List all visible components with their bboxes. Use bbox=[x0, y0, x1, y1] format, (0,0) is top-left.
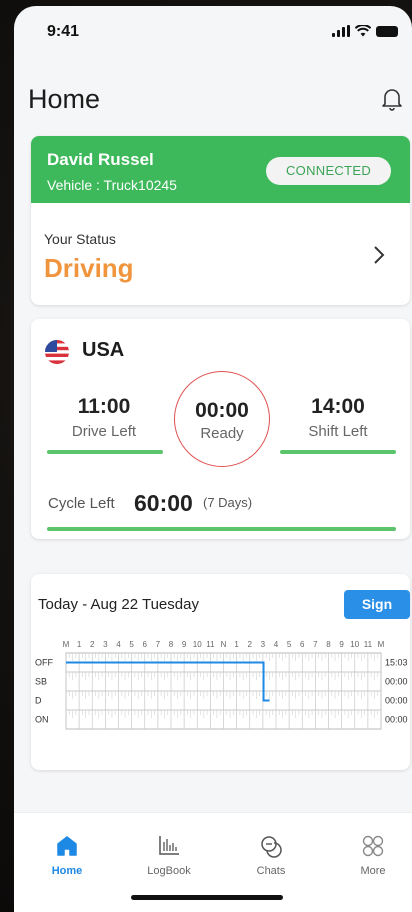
hour-label: 6 bbox=[143, 640, 148, 649]
hour-label: 6 bbox=[300, 640, 305, 649]
hour-label: 2 bbox=[90, 640, 95, 649]
more-icon bbox=[362, 835, 384, 857]
nav-more-label: More bbox=[360, 865, 386, 877]
row-status-label: D bbox=[35, 696, 42, 706]
nav-chats[interactable]: Chats bbox=[236, 833, 306, 877]
hour-label: 4 bbox=[274, 640, 279, 649]
hour-label: 11 bbox=[364, 640, 373, 649]
hour-label: 8 bbox=[169, 640, 174, 649]
bell-icon[interactable] bbox=[380, 86, 404, 112]
row-status-label: OFF bbox=[35, 658, 53, 668]
home-indicator bbox=[131, 895, 283, 900]
hour-label: 1 bbox=[234, 640, 239, 649]
driver-header: David Russel Vehicle : Truck10245 CONNEC… bbox=[31, 136, 410, 203]
logbook-icon bbox=[159, 836, 179, 855]
ready-label: Ready bbox=[200, 425, 244, 442]
nav-chats-label: Chats bbox=[256, 865, 286, 877]
drive-left-clock: 11:00 Drive Left bbox=[45, 395, 163, 440]
hour-label: N bbox=[221, 640, 227, 649]
home-icon bbox=[57, 836, 77, 856]
wifi-icon bbox=[355, 25, 371, 37]
drive-left-bar bbox=[47, 450, 163, 454]
status-label: Your Status bbox=[44, 231, 116, 247]
hour-label: M bbox=[378, 640, 385, 649]
hour-label: 8 bbox=[326, 640, 331, 649]
hour-label: M bbox=[63, 640, 70, 649]
hour-label: 10 bbox=[350, 640, 359, 649]
hour-label: 10 bbox=[193, 640, 202, 649]
nav-logbook-label: LogBook bbox=[147, 865, 191, 877]
hour-label: 7 bbox=[313, 640, 318, 649]
shift-left-label: Shift Left bbox=[308, 423, 368, 440]
driver-name: David Russel bbox=[47, 150, 154, 169]
nav-logbook[interactable]: LogBook bbox=[134, 833, 204, 877]
daily-log-card: Today - Aug 22 Tuesday Sign M 1 2 3 4 5 6 7 8 9 10… bbox=[31, 574, 410, 770]
shift-left-clock: 14:00 Shift Left bbox=[279, 395, 397, 440]
connection-badge: CONNECTED bbox=[266, 157, 391, 185]
row-total-label: 15:03 bbox=[385, 658, 408, 668]
row-total-label: 00:00 bbox=[385, 677, 408, 687]
row-total-label: 00:00 bbox=[385, 696, 408, 706]
log-date: Today - Aug 22 Tuesday bbox=[38, 596, 199, 613]
drive-left-label: Drive Left bbox=[71, 423, 137, 440]
hour-label: 9 bbox=[339, 640, 344, 649]
log-grid-chart: M 1 2 3 4 5 6 7 8 9 10 11 N 1 2 3 4 5 6 7 8 9 10 11 MOFF 15:03SB 0… bbox=[35, 640, 408, 730]
cycle-left-label: Cycle Left bbox=[48, 495, 115, 512]
hour-label: 3 bbox=[261, 640, 266, 649]
hour-label: 7 bbox=[156, 640, 161, 649]
status-value: Driving bbox=[44, 253, 134, 283]
drive-left-value: 11:00 bbox=[77, 395, 131, 418]
nav-more[interactable]: More bbox=[338, 833, 408, 877]
cycle-left-bar bbox=[47, 527, 396, 531]
cycle-days-label: (7 Days) bbox=[203, 495, 253, 510]
shift-left-bar bbox=[280, 450, 396, 454]
driver-status-card[interactable]: David Russel Vehicle : Truck10245 CONNEC… bbox=[31, 136, 410, 305]
status-bar: 9:41 bbox=[14, 6, 412, 56]
chevron-right-icon[interactable] bbox=[372, 244, 386, 266]
hour-label: 3 bbox=[103, 640, 108, 649]
row-total-label: 00:00 bbox=[385, 715, 408, 725]
shift-left-value: 14:00 bbox=[311, 395, 365, 418]
page-title: Home bbox=[28, 84, 101, 114]
vehicle-label: Vehicle : Truck10245 bbox=[47, 177, 177, 193]
sign-button[interactable]: Sign bbox=[344, 590, 410, 619]
hour-label: 2 bbox=[248, 640, 253, 649]
hour-label: 5 bbox=[287, 640, 292, 649]
row-status-label: SB bbox=[35, 677, 47, 687]
usa-flag-icon bbox=[45, 340, 69, 364]
ready-clock-ring: 00:00 Ready bbox=[174, 371, 270, 467]
nav-home[interactable]: Home bbox=[32, 833, 102, 877]
chats-icon bbox=[261, 836, 282, 858]
hos-clock-card: USA 11:00 Drive Left 00:00 Ready 14:00 S… bbox=[31, 319, 410, 539]
battery-icon bbox=[376, 25, 398, 37]
row-status-label: ON bbox=[35, 715, 49, 725]
hour-label: 9 bbox=[182, 640, 187, 649]
cycle-left-value: 60:00 bbox=[134, 490, 193, 516]
phone-screen: 9:41 Home David Russel Vehicle : Truck10… bbox=[14, 6, 412, 912]
status-time: 9:41 bbox=[47, 23, 80, 40]
hour-label: 5 bbox=[129, 640, 134, 649]
hour-label: 4 bbox=[116, 640, 121, 649]
hour-label: 11 bbox=[206, 640, 215, 649]
hour-label: 1 bbox=[77, 640, 82, 649]
status-icons bbox=[332, 25, 398, 37]
country-label: USA bbox=[82, 339, 125, 361]
nav-home-label: Home bbox=[51, 865, 83, 877]
signal-icon bbox=[332, 25, 350, 37]
ready-value: 00:00 bbox=[195, 399, 249, 422]
